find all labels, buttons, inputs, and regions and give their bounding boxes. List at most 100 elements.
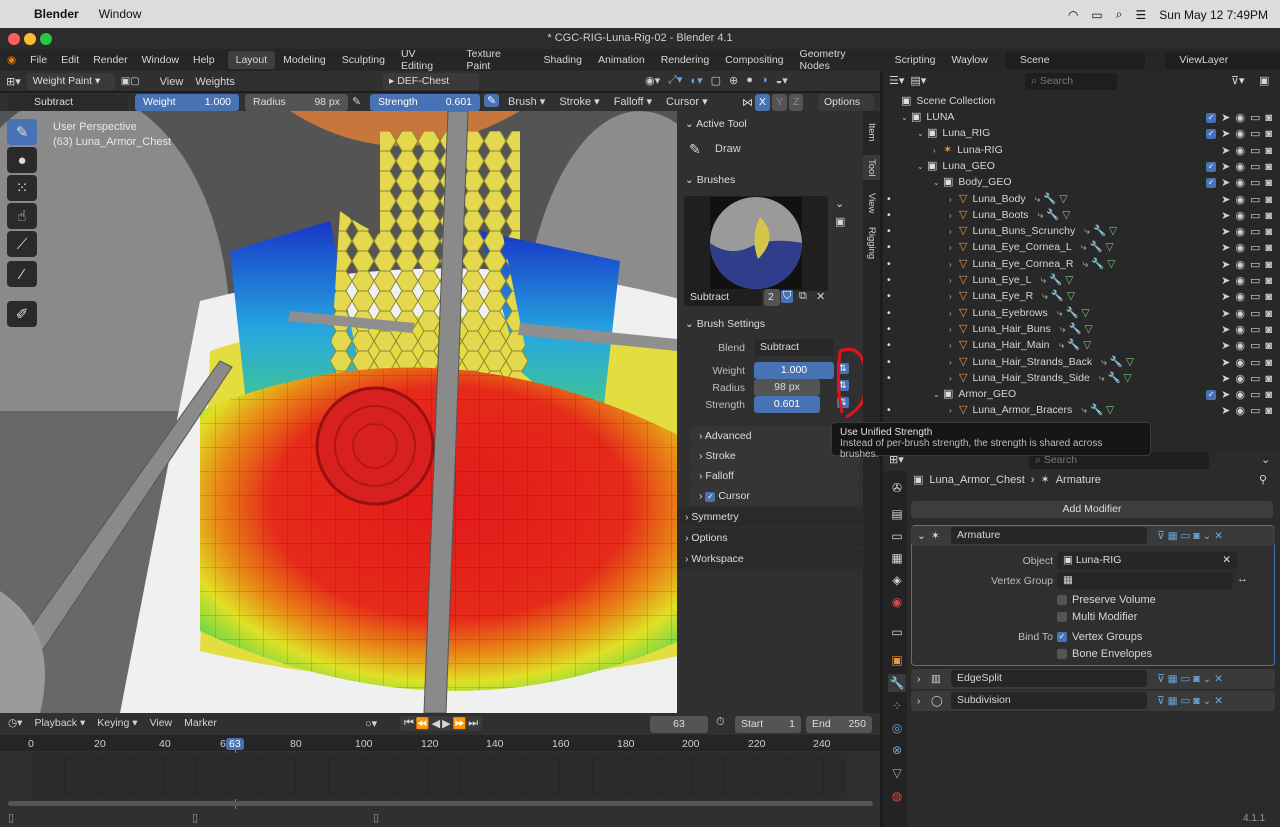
brush-user-count[interactable]: 2 bbox=[764, 289, 780, 306]
modifier-name-field[interactable]: Armature bbox=[951, 527, 1147, 544]
minimize-window-button[interactable] bbox=[24, 33, 36, 45]
edit-dot-icon[interactable]: • bbox=[887, 305, 891, 321]
expand-arrow-icon[interactable]: › bbox=[949, 224, 959, 240]
edgesplit-toggles[interactable]: ⊽ ▦ ▭ ◙ ⌄ ✕ bbox=[1157, 669, 1223, 689]
outliner-row[interactable]: ⌄ ▣ Armor_GEO ✓ ➤ ◉ ▭ ◙ bbox=[883, 386, 1280, 402]
row-visibility-icons[interactable]: ➤ ◉ ▭ ◙ bbox=[1221, 289, 1272, 305]
material-tab-icon[interactable]: ◍ bbox=[888, 787, 906, 805]
row-visibility-icons[interactable]: ✓ ➤ ◉ ▭ ◙ bbox=[1206, 110, 1272, 126]
tab-rigging[interactable]: Rigging bbox=[866, 227, 877, 259]
cursor-checkbox[interactable]: ✓ bbox=[705, 492, 716, 502]
brushes-header[interactable]: ⌄ Brushes bbox=[677, 170, 863, 190]
radius-setting-field[interactable]: 98 px bbox=[754, 379, 820, 396]
row-visibility-icons[interactable]: ➤ ◉ ▭ ◙ bbox=[1221, 143, 1272, 159]
collapse-icon[interactable]: ⌄ bbox=[917, 526, 926, 546]
expand-arrow-icon[interactable]: › bbox=[949, 338, 959, 354]
particles-tab-icon[interactable]: ⁘ bbox=[888, 697, 906, 715]
blend-selector[interactable]: Subtract bbox=[754, 339, 834, 356]
strength-pressure-icon[interactable]: ✎ bbox=[484, 94, 500, 107]
expand-arrow-icon[interactable]: › bbox=[933, 143, 943, 159]
playback-menu[interactable]: Playback ▾ bbox=[34, 717, 85, 729]
overlay-icon[interactable]: ◐▾ bbox=[690, 74, 702, 87]
invert-icon[interactable]: ↔ bbox=[1237, 573, 1248, 585]
battery-icon[interactable]: ▭ bbox=[1091, 8, 1102, 22]
tab-compositing[interactable]: Compositing bbox=[717, 51, 791, 69]
unlink-brush-icon[interactable]: ✕ bbox=[816, 290, 825, 303]
edit-dot-icon[interactable]: • bbox=[887, 239, 891, 255]
modifier-tab-icon[interactable]: 🔧 bbox=[888, 674, 906, 692]
row-visibility-icons[interactable]: ➤ ◉ ▭ ◙ bbox=[1221, 355, 1272, 371]
row-visibility-icons[interactable]: ✓ ➤ ◉ ▭ ◙ bbox=[1206, 159, 1272, 175]
row-visibility-icons[interactable]: ➤ ◉ ▭ ◙ bbox=[1221, 403, 1272, 419]
armature-modifier-header[interactable]: ⌄ ✶ Armature ⊽ ▦ ▭ ◙ ⌄ ✕ bbox=[911, 526, 1275, 546]
expand-arrow-icon[interactable]: › bbox=[949, 192, 959, 208]
options-header[interactable]: › Options bbox=[677, 528, 863, 548]
brush-data-icon[interactable]: ⌄ bbox=[835, 197, 844, 210]
expand-arrow-icon[interactable]: › bbox=[949, 322, 959, 338]
row-visibility-icons[interactable]: ➤ ◉ ▭ ◙ bbox=[1221, 273, 1272, 289]
row-visibility-icons[interactable]: ➤ ◉ ▭ ◙ bbox=[1221, 257, 1272, 273]
timeline-track[interactable] bbox=[32, 753, 847, 799]
subdivision-modifier-header[interactable]: › ◯ Subdivision ⊽ ▦ ▭ ◙ ⌄ ✕ bbox=[911, 691, 1275, 711]
falloff-subpanel[interactable]: › Falloff bbox=[691, 466, 859, 486]
row-visibility-icons[interactable]: ➤ ◉ ▭ ◙ bbox=[1221, 371, 1272, 387]
shading-solid-icon[interactable]: ● bbox=[746, 74, 753, 86]
tab-tool[interactable]: Tool bbox=[863, 155, 880, 181]
expand-arrow-icon[interactable]: › bbox=[949, 306, 959, 322]
expand-arrow-icon[interactable]: › bbox=[949, 371, 959, 387]
expand-icon[interactable]: › bbox=[917, 691, 921, 711]
marker-menu[interactable]: Marker bbox=[184, 717, 217, 729]
draw-tool-icon[interactable]: ✎ bbox=[7, 119, 37, 145]
outliner-row[interactable]: ⌄ ▣ Body_GEO ✓ ➤ ◉ ▭ ◙ bbox=[883, 174, 1280, 190]
fake-user-icon[interactable]: ⛉ bbox=[781, 290, 794, 303]
expand-arrow-icon[interactable]: › bbox=[949, 273, 959, 289]
preserve-volume-checkbox[interactable]: Preserve Volume bbox=[1057, 594, 1156, 606]
tab-sculpting[interactable]: Sculpting bbox=[334, 51, 393, 69]
render-tab-icon[interactable]: ▤ bbox=[888, 505, 906, 523]
view-layer-tab-icon[interactable]: ▦ bbox=[888, 549, 906, 567]
outliner-row[interactable]: › ✶ Luna-RIG ➤ ◉ ▭ ◙ bbox=[883, 142, 1280, 158]
shading-rendered-icon[interactable]: ◒▾ bbox=[776, 74, 788, 87]
cursor-popover[interactable]: Cursor ▾ bbox=[666, 95, 708, 108]
display-mode-icon[interactable]: ▤▾ bbox=[910, 74, 926, 87]
edit-dot-icon[interactable]: • bbox=[887, 337, 891, 353]
new-collection-icon[interactable]: ▣ bbox=[1259, 74, 1269, 87]
add-modifier-button[interactable]: Add Modifier bbox=[911, 501, 1273, 518]
outliner-row[interactable]: • › ▽ Luna_Eye_L ⤷ 🔧 ▽ ➤ ◉ ▭ ◙ bbox=[883, 272, 1280, 288]
edit-dot-icon[interactable]: • bbox=[887, 256, 891, 272]
tab-rendering[interactable]: Rendering bbox=[653, 51, 717, 69]
sample-weight-tool-icon[interactable]: ⁄ bbox=[7, 261, 37, 287]
tool-tab-icon[interactable]: ✇ bbox=[888, 479, 906, 497]
expand-icon[interactable]: › bbox=[917, 669, 921, 689]
active-tool-header[interactable]: ⌄ Active Tool bbox=[677, 114, 863, 134]
close-window-button[interactable] bbox=[8, 33, 20, 45]
expand-arrow-icon[interactable]: › bbox=[949, 208, 959, 224]
editor-type-icon[interactable]: ⊞▾ bbox=[6, 75, 21, 88]
zoom-window-button[interactable] bbox=[40, 33, 52, 45]
edit-dot-icon[interactable]: • bbox=[887, 191, 891, 207]
modifier-toggles[interactable]: ⊽ ▦ ▭ ◙ ⌄ ✕ bbox=[1157, 526, 1223, 546]
expand-arrow-icon[interactable]: › bbox=[949, 355, 959, 371]
clock-icon[interactable]: ◷▾ bbox=[8, 717, 22, 729]
wifi-icon[interactable]: ◠ bbox=[1068, 8, 1078, 22]
subdivision-name-field[interactable]: Subdivision bbox=[951, 692, 1147, 709]
object-tab-icon[interactable]: ▣ bbox=[888, 651, 906, 669]
end-frame-field[interactable]: End 250 bbox=[806, 716, 872, 733]
vertex-group-selector[interactable]: ▸ DEF-Chest bbox=[383, 73, 479, 90]
brush-settings-header[interactable]: ⌄ Brush Settings bbox=[677, 314, 863, 334]
expand-arrow-icon[interactable]: ⌄ bbox=[933, 175, 943, 191]
strength-setting-field[interactable]: 0.601 bbox=[754, 396, 820, 413]
menu-edit[interactable]: Edit bbox=[54, 54, 86, 66]
outliner-row[interactable]: • › ▽ Luna_Hair_Strands_Back ⤷ 🔧 ▽ ➤ ◉ ▭ ◙ bbox=[883, 354, 1280, 370]
edit-dot-icon[interactable]: • bbox=[887, 272, 891, 288]
stroke-popover[interactable]: Stroke ▾ bbox=[559, 95, 599, 108]
pin-icon[interactable]: ⚲ bbox=[1259, 473, 1267, 486]
vertex-group-field[interactable]: ▦ bbox=[1057, 572, 1233, 589]
tab-item[interactable]: Item bbox=[866, 123, 877, 141]
symmetry-header[interactable]: › Symmetry bbox=[677, 507, 863, 527]
outliner-row[interactable]: • › ▽ Luna_Hair_Buns ⤷ 🔧 ▽ ➤ ◉ ▭ ◙ bbox=[883, 321, 1280, 337]
outliner-row[interactable]: • › ▽ Luna_Armor_Bracers ⤷ 🔧 ▽ ➤ ◉ ▭ ◙ bbox=[883, 402, 1280, 418]
menu-render[interactable]: Render bbox=[86, 54, 134, 66]
mode-selector[interactable]: Weight Paint ▾ bbox=[26, 73, 115, 90]
expand-arrow-icon[interactable]: ⌄ bbox=[901, 110, 911, 126]
